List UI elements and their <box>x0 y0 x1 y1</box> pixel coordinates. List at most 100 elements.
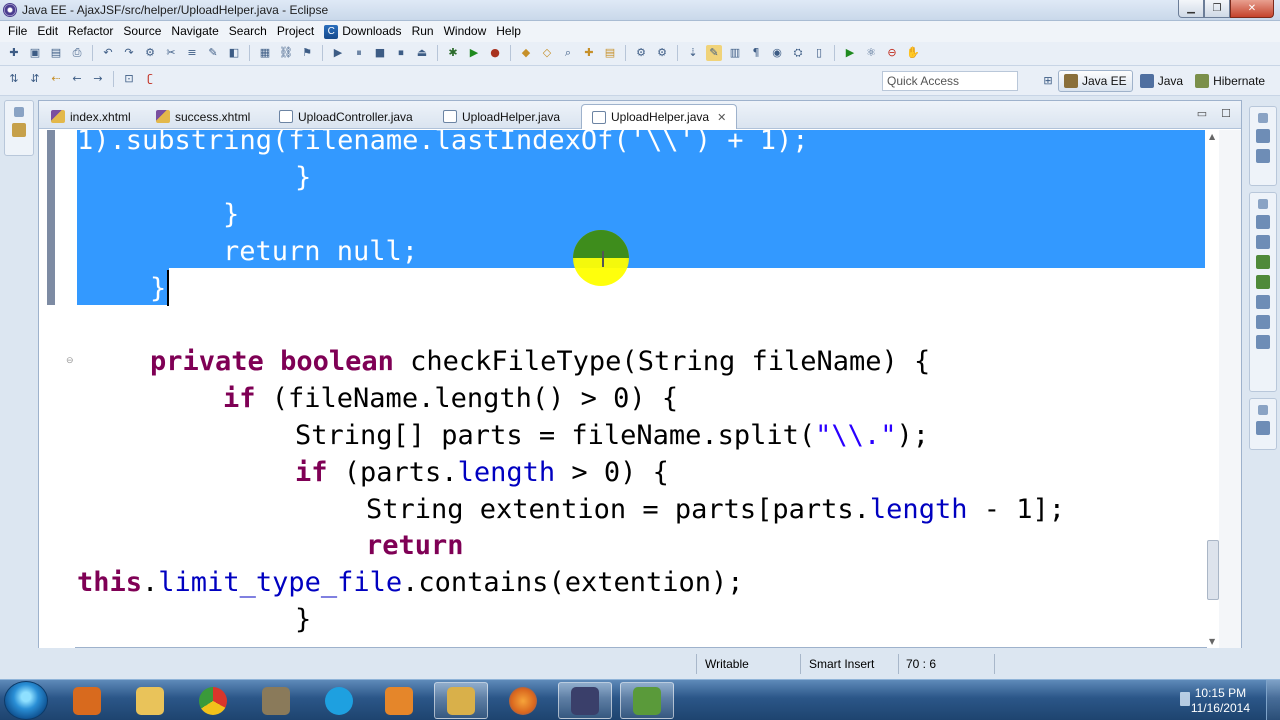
new-package-icon[interactable]: ▤ <box>602 45 618 61</box>
tab-success-xhtml[interactable]: success.xhtml <box>146 104 260 129</box>
start-button[interactable] <box>4 681 48 720</box>
step-over-icon[interactable]: ▶ <box>330 45 346 61</box>
minimize-view-icon[interactable]: ▭ <box>1197 107 1207 120</box>
forward-icon[interactable]: → <box>90 71 106 87</box>
task-list-icon[interactable] <box>1256 149 1270 163</box>
taskbar-firefox[interactable] <box>496 682 550 719</box>
tab-upload-controller[interactable]: UploadController.java <box>269 104 423 129</box>
perspective-java[interactable]: Java <box>1135 70 1188 92</box>
step-icon[interactable]: ⚛ <box>863 45 879 61</box>
quick-access-input[interactable]: Quick Access <box>882 71 1018 91</box>
menu-source[interactable]: Source <box>118 21 166 42</box>
status-insert-mode[interactable]: Smart Insert <box>809 657 874 671</box>
tab-upload-helper-active[interactable]: UploadHelper.java ✕ <box>581 104 738 129</box>
taskbar-eclipse[interactable] <box>558 682 612 719</box>
servers-icon[interactable] <box>1256 255 1270 269</box>
search-view-icon[interactable] <box>1256 335 1270 349</box>
stop-icon[interactable]: ■ <box>372 45 388 61</box>
show-whitespace-icon[interactable]: ¶ <box>748 45 764 61</box>
terminate-red-icon[interactable]: ⊖ <box>884 45 900 61</box>
cut-icon[interactable]: ✂ <box>163 45 179 61</box>
spring-icon[interactable]: ʗ <box>142 71 158 87</box>
menu-run[interactable]: Run <box>407 21 439 42</box>
maximize-view-icon[interactable]: ☐ <box>1221 107 1231 120</box>
taskbar-office[interactable] <box>372 682 426 719</box>
step-into-icon[interactable]: ⏸ <box>351 45 367 61</box>
open-resource-icon[interactable]: ◇ <box>539 45 555 61</box>
format-icon[interactable]: ≡ <box>184 45 200 61</box>
build-icon[interactable]: ⚙ <box>142 45 158 61</box>
menu-window[interactable]: Window <box>439 21 492 42</box>
menu-downloads[interactable]: C Downloads <box>319 21 406 42</box>
properties-icon[interactable] <box>1256 235 1270 249</box>
redo-icon[interactable]: ↷ <box>121 45 137 61</box>
taskbar-windows-explorer[interactable] <box>123 682 177 719</box>
link-icon[interactable]: ⛓ <box>278 45 294 61</box>
tray-arrow-icon[interactable] <box>1180 692 1190 706</box>
menu-help[interactable]: Help <box>491 21 526 42</box>
palette-icon[interactable] <box>1256 421 1270 435</box>
run-external-icon[interactable]: ● <box>487 45 503 61</box>
scroll-up-icon[interactable]: ▲ <box>1209 132 1215 141</box>
menu-navigate[interactable]: Navigate <box>166 21 223 42</box>
globe-icon[interactable]: ◉ <box>769 45 785 61</box>
close-button[interactable]: ✕ <box>1230 0 1274 18</box>
server-icon[interactable]: ▦ <box>257 45 273 61</box>
taskbar-gimp[interactable] <box>249 682 303 719</box>
maximize-button[interactable]: ❐ <box>1204 0 1230 18</box>
restore-icon[interactable] <box>1258 113 1268 123</box>
annotation-icon[interactable]: ⚑ <box>299 45 315 61</box>
new-class-icon[interactable]: ✚ <box>581 45 597 61</box>
scroll-down-icon[interactable]: ▼ <box>1209 637 1215 646</box>
gear-icon[interactable]: ⚙ <box>654 45 670 61</box>
taskbar-skype[interactable] <box>312 682 366 719</box>
taskbar-chrome[interactable] <box>186 682 240 719</box>
menu-project[interactable]: Project <box>272 21 319 42</box>
save-all-icon[interactable]: ▤ <box>48 45 64 61</box>
debug-icon[interactable]: ✱ <box>445 45 461 61</box>
snippets-icon[interactable] <box>1256 295 1270 309</box>
restore-icon[interactable] <box>1258 405 1268 415</box>
code-editor[interactable]: 1).substring(filename.lastIndexOf('\\') … <box>39 130 1241 648</box>
undo-icon[interactable]: ↶ <box>100 45 116 61</box>
open-perspective-icon[interactable]: ⊞ <box>1040 73 1056 89</box>
block-selection-icon[interactable]: ▥ <box>727 45 743 61</box>
back-icon[interactable]: ← <box>69 71 85 87</box>
minimize-button[interactable]: ▁ <box>1178 0 1204 18</box>
disconnect-icon[interactable]: ⏏ <box>414 45 430 61</box>
markers-icon[interactable] <box>1256 215 1270 229</box>
search-icon[interactable]: ⌕ <box>560 45 576 61</box>
menu-search[interactable]: Search <box>224 21 272 42</box>
new-icon[interactable]: ✚ <box>6 45 22 61</box>
perspective-hibernate[interactable]: Hibernate <box>1190 70 1270 92</box>
mark-occurrences-icon[interactable]: ✎ <box>706 45 722 61</box>
print-icon[interactable]: ⎙ <box>69 45 85 61</box>
scrollbar-thumb[interactable] <box>1207 540 1219 600</box>
next-annotation-icon[interactable]: ⇅ <box>6 71 22 87</box>
vertical-scrollbar[interactable]: ▲ ▼ <box>1207 130 1219 648</box>
server-start-icon[interactable]: ⚙ <box>633 45 649 61</box>
taskbar-notepad[interactable] <box>620 682 674 719</box>
terminate-icon[interactable]: ⏹ <box>393 45 409 61</box>
restore-icon[interactable] <box>1258 199 1268 209</box>
toggle-icon[interactable]: ◧ <box>226 45 242 61</box>
taskbar-media-player[interactable] <box>60 682 114 719</box>
console-icon[interactable] <box>1256 315 1270 329</box>
outline-icon[interactable] <box>1256 129 1270 143</box>
menu-refactor[interactable]: Refactor <box>63 21 118 42</box>
hand-icon[interactable]: ✋ <box>905 45 921 61</box>
clock[interactable]: 10:15 PM 11/16/2014 <box>1191 686 1250 716</box>
taskbar-file-explorer[interactable] <box>434 682 488 719</box>
pin-editor-icon[interactable]: ⊡ <box>121 71 137 87</box>
menu-file[interactable]: File <box>3 21 32 42</box>
open-type-icon[interactable]: ◆ <box>518 45 534 61</box>
tab-index-xhtml[interactable]: index.xhtml <box>41 104 141 129</box>
package-explorer-icon[interactable] <box>12 123 26 137</box>
tab-upload-helper[interactable]: UploadHelper.java <box>433 104 570 129</box>
perspective-java-ee[interactable]: Java EE <box>1058 70 1133 92</box>
restore-icon[interactable] <box>14 107 24 117</box>
show-desktop-button[interactable] <box>1266 680 1280 720</box>
previous-annotation-icon[interactable]: ⇵ <box>27 71 43 87</box>
menu-edit[interactable]: Edit <box>32 21 63 42</box>
data-source-icon[interactable] <box>1256 275 1270 289</box>
